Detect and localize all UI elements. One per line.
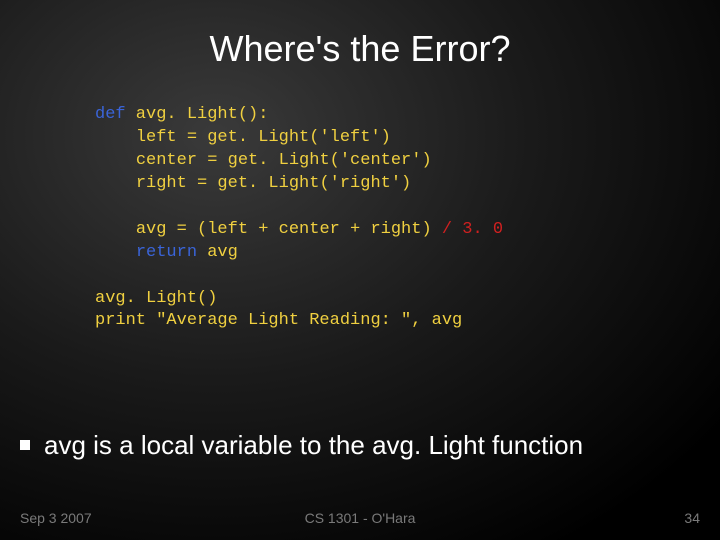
- kw-return: return: [136, 243, 197, 262]
- bullet-icon: [20, 440, 30, 450]
- code-line-left: left = get. Light('left'): [136, 128, 391, 147]
- code-fn-sig: avg. Light():: [126, 105, 269, 124]
- footer-course: CS 1301 - O'Hara: [305, 510, 416, 526]
- code-line-avg-div: / 3. 0: [432, 220, 503, 239]
- bullet-text: avg is a local variable to the avg. Ligh…: [44, 430, 583, 460]
- code-indent: [95, 151, 136, 170]
- bullet-point: avg is a local variable to the avg. Ligh…: [20, 430, 583, 461]
- code-indent: [95, 220, 136, 239]
- code-indent: [95, 174, 136, 193]
- footer-page-number: 34: [684, 510, 700, 526]
- slide-title: Where's the Error?: [0, 0, 720, 70]
- code-indent: [95, 128, 136, 147]
- code-line-call: avg. Light(): [95, 289, 217, 308]
- code-line-print: print "Average Light Reading: ", avg: [95, 311, 462, 330]
- code-line-center: center = get. Light('center'): [136, 151, 432, 170]
- code-indent: [95, 243, 136, 262]
- code-return-val: avg: [197, 243, 238, 262]
- code-line-avg-expr: avg = (left + center + right): [136, 220, 432, 239]
- kw-def: def: [95, 105, 126, 124]
- footer-date: Sep 3 2007: [20, 510, 92, 526]
- code-block: def avg. Light(): left = get. Light('lef…: [95, 104, 720, 333]
- code-line-right: right = get. Light('right'): [136, 174, 411, 193]
